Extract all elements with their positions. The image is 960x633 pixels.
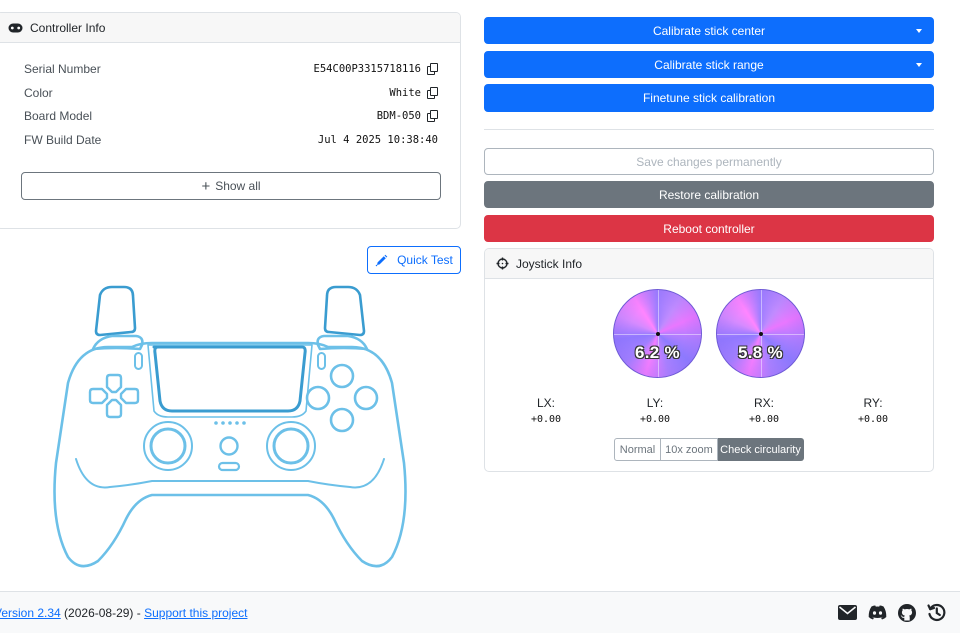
create-button — [134, 352, 143, 370]
info-row-board-model: Board Model BDM-050 — [24, 107, 438, 125]
show-all-label: Show all — [215, 179, 261, 193]
crosshair-icon — [496, 257, 509, 270]
dpad — [88, 373, 140, 419]
gamepad-icon — [8, 23, 23, 32]
left-stick — [149, 427, 187, 465]
info-row-color: Color White — [24, 84, 438, 102]
chevron-down-icon[interactable] — [916, 62, 922, 67]
show-all-button[interactable]: + Show all — [21, 172, 441, 200]
info-value: E54C00P3315718116 — [313, 63, 421, 75]
finetune-calibration-button[interactable]: Finetune stick calibration — [484, 84, 934, 112]
quick-test-label: Quick Test — [397, 253, 453, 267]
square-button — [305, 385, 331, 411]
axis-rx: RX: +0.00 — [748, 396, 780, 425]
calibrate-center-button[interactable]: Calibrate stick center — [484, 17, 934, 44]
footer: Version 2.34 (2026-08-29) - Support this… — [0, 591, 960, 633]
chevron-down-icon[interactable] — [916, 28, 922, 33]
info-value: BDM-050 — [376, 110, 421, 122]
right-stick-position-dot — [758, 331, 763, 336]
touchpad — [152, 345, 307, 413]
ps-button — [219, 436, 239, 456]
footer-date: (2026-08-29) - — [60, 606, 145, 620]
envelope-icon[interactable] — [838, 605, 857, 620]
finetune-label: Finetune stick calibration — [642, 91, 776, 105]
right-stick-error-pct: 5.8 % — [738, 343, 783, 362]
axis-lx: LX: +0.00 — [530, 396, 562, 425]
discord-icon[interactable] — [868, 605, 887, 620]
joystick-info-header: Joystick Info — [485, 249, 933, 279]
left-trigger — [94, 285, 137, 337]
axis-ly: LY: +0.00 — [639, 396, 671, 425]
info-row-fw-build-date: FW Build Date Jul 4 2025 10:38:40 — [24, 131, 438, 149]
info-label: Serial Number — [24, 62, 101, 76]
left-stick-circularity: 6.2 % — [613, 289, 702, 378]
right-stick-circularity: 5.8 % — [716, 289, 805, 378]
copy-icon[interactable] — [427, 63, 438, 75]
restore-label: Restore calibration — [658, 187, 760, 202]
mode-zoom-button[interactable]: 10x zoom — [661, 438, 718, 461]
info-value: Jul 4 2025 10:38:40 — [317, 134, 438, 146]
divider — [484, 129, 934, 130]
support-link[interactable]: Support this project — [144, 606, 247, 620]
copy-icon[interactable] — [427, 110, 438, 122]
controller-info-title: Controller Info — [30, 20, 106, 35]
reboot-controller-button[interactable]: Reboot controller — [484, 215, 934, 242]
triangle-button — [329, 363, 355, 389]
restore-calibration-button[interactable]: Restore calibration — [484, 181, 934, 208]
mode-normal-button[interactable]: Normal — [614, 438, 661, 461]
pencil-icon — [375, 254, 388, 266]
calibrate-center-label: Calibrate stick center — [652, 23, 766, 38]
history-icon[interactable] — [927, 603, 946, 622]
mode-circularity-button[interactable]: Check circularity — [718, 438, 804, 461]
info-row-serial: Serial Number E54C00P3315718116 — [24, 60, 438, 78]
calibrate-range-label: Calibrate stick range — [654, 57, 764, 72]
info-value: White — [389, 87, 421, 99]
right-trigger — [323, 285, 366, 337]
save-label: Save changes permanently — [636, 154, 782, 169]
touchpad-outer — [147, 344, 313, 418]
github-icon[interactable] — [898, 603, 916, 622]
right-stick — [272, 427, 310, 465]
cross-button — [329, 407, 355, 433]
quick-test-button[interactable]: Quick Test — [367, 246, 461, 274]
info-label: Color — [24, 86, 53, 100]
controller-info-card: Controller Info Serial Number E54C00P331… — [0, 12, 461, 229]
controller-diagram — [53, 285, 407, 568]
circle-button — [353, 385, 379, 411]
joystick-info-title: Joystick Info — [516, 256, 583, 271]
footer-icons — [838, 603, 946, 622]
mute-button — [217, 461, 241, 472]
axis-ry: RY: +0.00 — [857, 396, 889, 425]
joystick-info-card: Joystick Info 6.2 % 5.8 % LX: +0.00 LY: … — [484, 248, 934, 472]
save-changes-button[interactable]: Save changes permanently — [484, 148, 934, 175]
display-mode-toggle: Normal 10x zoom Check circularity — [614, 438, 804, 461]
version-link[interactable]: Version 2.34 — [0, 606, 61, 620]
reboot-label: Reboot controller — [663, 221, 755, 236]
speaker-dots — [214, 421, 246, 425]
controller-info-header: Controller Info — [0, 13, 460, 43]
copy-icon[interactable] — [427, 87, 438, 99]
footer-text: Version 2.34 (2026-08-29) - Support this… — [0, 606, 247, 620]
plus-icon: + — [201, 177, 211, 195]
info-label: Board Model — [24, 109, 93, 123]
left-stick-error-pct: 6.2 % — [635, 343, 680, 362]
options-button — [317, 352, 326, 370]
left-stick-position-dot — [655, 331, 660, 336]
info-label: FW Build Date — [24, 133, 102, 147]
calibrate-range-button[interactable]: Calibrate stick range — [484, 51, 934, 78]
